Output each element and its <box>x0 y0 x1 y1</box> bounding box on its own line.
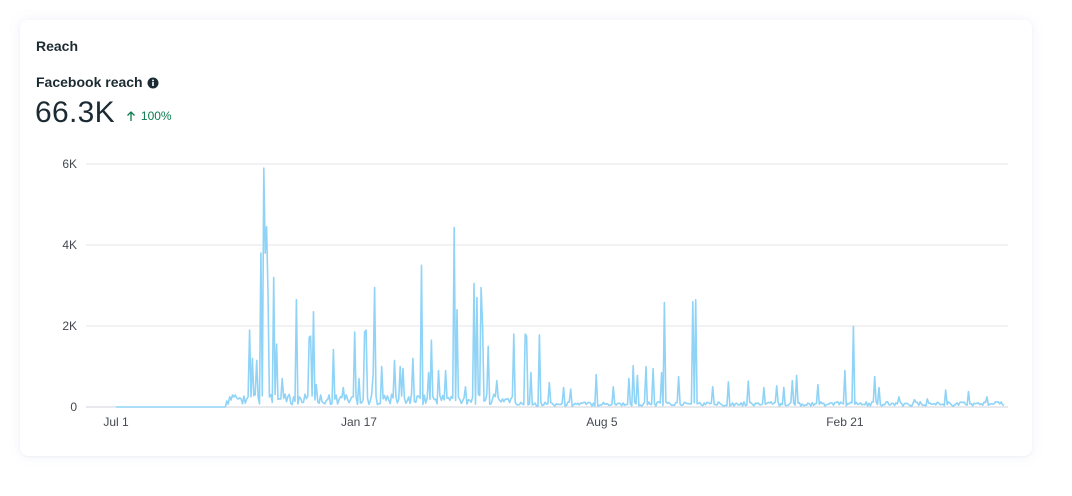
reach-series-line <box>116 167 1005 408</box>
x-tick-label: Jul 1 <box>103 415 129 429</box>
reach-line-chart: 0 2K 4K 6K Jul 1 Jan 17 Aug 5 Feb 21 <box>62 157 1008 429</box>
x-tick-label: Feb 21 <box>826 415 864 429</box>
reach-card: Reach Facebook reach 66.3K 100% 0 2K 4K 6K J… <box>20 20 1032 456</box>
x-tick-label: Aug 5 <box>586 415 618 429</box>
reach-chart: 0 2K 4K 6K Jul 1 Jan 17 Aug 5 Feb 21 <box>20 20 1032 456</box>
y-tick-label: 2K <box>62 319 77 333</box>
y-tick-label: 0 <box>70 400 77 414</box>
y-tick-label: 6K <box>62 157 77 171</box>
x-tick-label: Jan 17 <box>341 415 377 429</box>
y-tick-label: 4K <box>62 238 77 252</box>
